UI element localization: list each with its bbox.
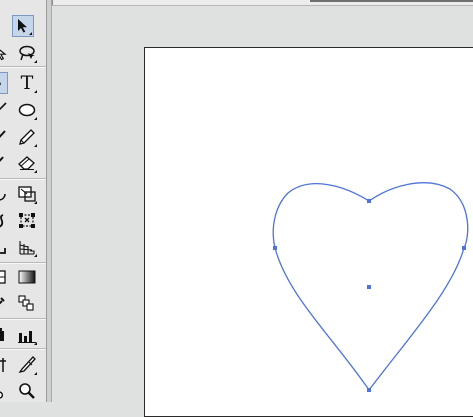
center-point <box>367 285 371 289</box>
anchor-point-bottom[interactable] <box>367 388 371 392</box>
heart-shape-layer <box>272 182 469 392</box>
anchor-point-top[interactable] <box>367 199 371 203</box>
anchor-point-right[interactable] <box>462 246 466 250</box>
anchor-point-left[interactable] <box>273 246 277 250</box>
